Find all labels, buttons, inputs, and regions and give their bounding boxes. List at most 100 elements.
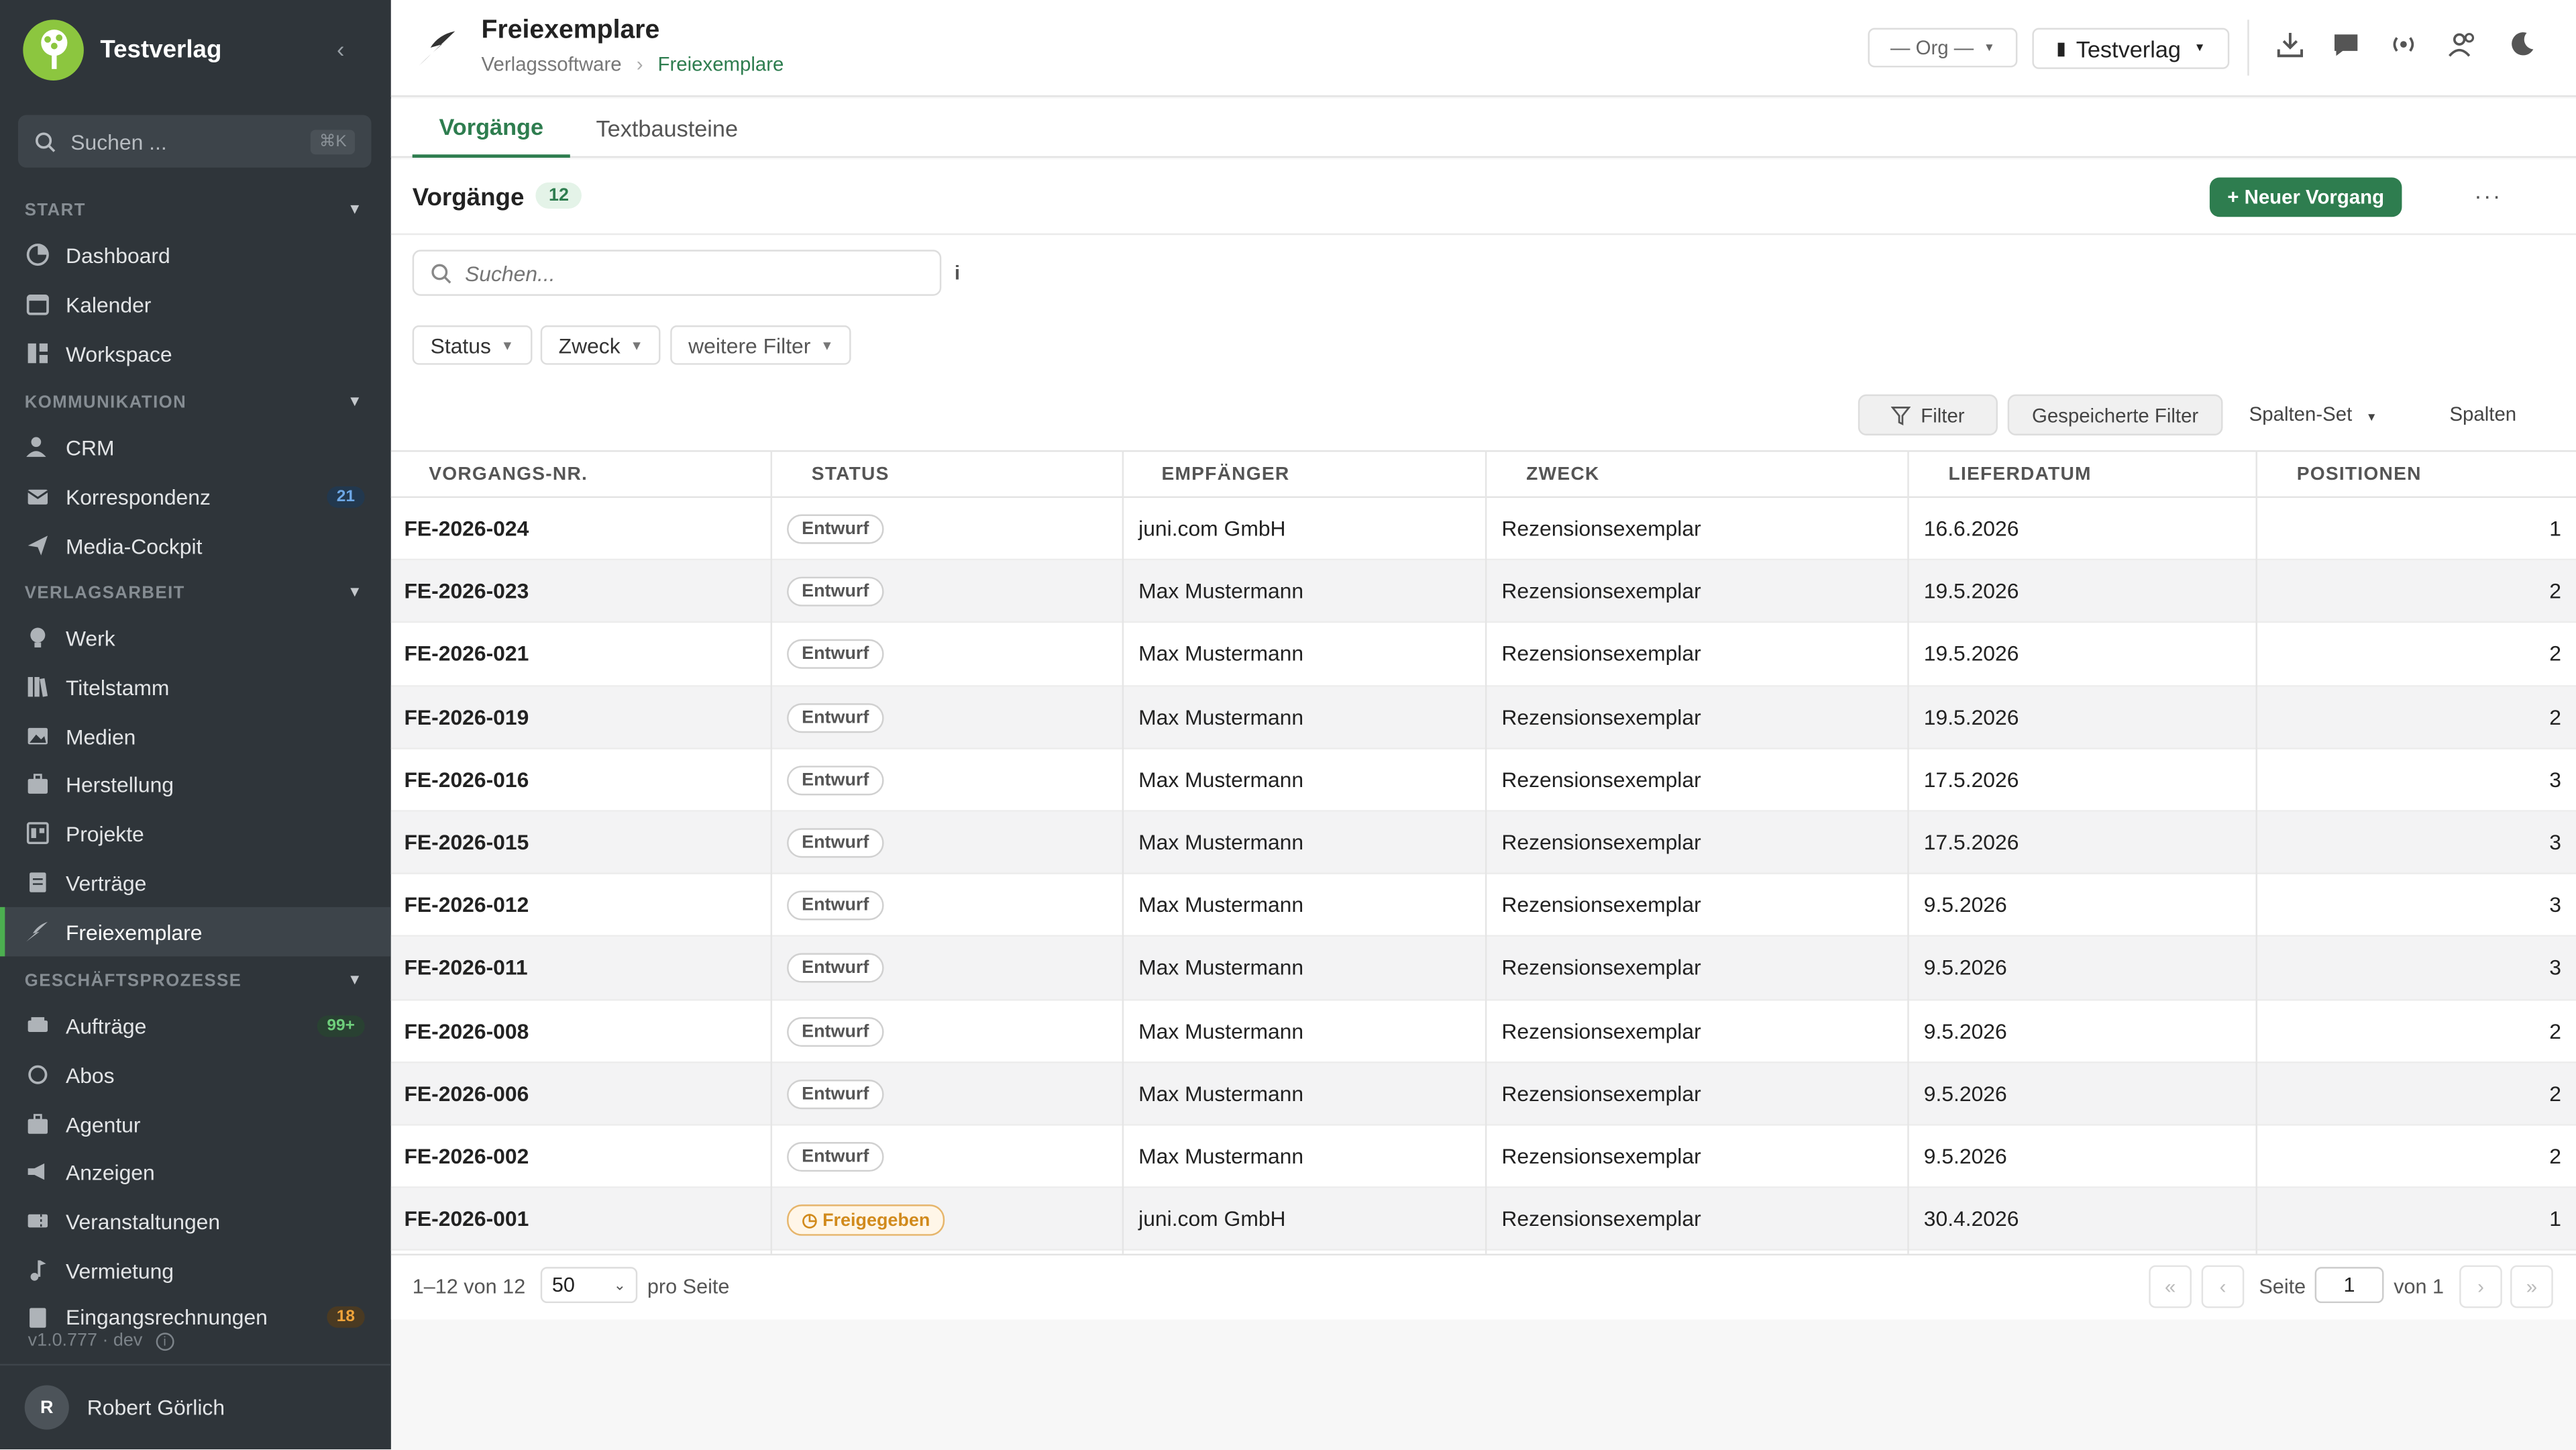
col-positionen[interactable]: POSITIONEN [2297,465,2422,484]
spalten-button[interactable]: Spalten [2449,403,2516,425]
org-select[interactable]: — Org — ▼ [1868,28,2018,68]
sidebar-item-dashboard[interactable]: Dashboard [0,230,391,279]
download-icon[interactable] [2275,30,2305,59]
truck-icon [25,1013,50,1038]
sidebar-item-korrespondenz[interactable]: Korrespondenz 21 [0,472,391,521]
chat-icon[interactable] [2331,30,2361,59]
sidebar-item-abos[interactable]: Abos [0,1050,391,1099]
brand[interactable]: Testverlag [23,18,221,81]
last-page-button[interactable]: » [2510,1265,2553,1308]
sidebar-item-veranstaltungen[interactable]: Veranstaltungen [0,1196,391,1245]
breadcrumb-root[interactable]: Verlagssoftware [482,52,622,75]
breadcrumb: Verlagssoftware › Freiexemplare [482,52,784,75]
section-start[interactable]: START ▼ [25,201,370,220]
sidebar-item-label: Vermietung [65,1257,174,1283]
verlag-select-value: Testverlag [2076,35,2181,62]
table-row[interactable]: FE-2026-023 Entwurf Max Mustermann Rezensio… [390,560,2576,624]
filter-status[interactable]: Status ▼ [412,325,532,365]
verlag-select[interactable]: ▮ Testverlag ▼ [2032,28,2230,69]
table-row[interactable]: FE-2026-001 ◷ Freigegeben juni.com GmbH Rez… [390,1188,2576,1251]
sidebar-item-crm[interactable]: CRM [0,422,391,471]
next-page-button[interactable]: › [2459,1265,2502,1308]
table-row[interactable]: FE-2026-011 Entwurf Max Mustermann Rezensio… [390,937,2576,1000]
sidebar-item-titelstamm[interactable]: Titelstamm [0,662,391,711]
page-input[interactable]: 1 [2314,1267,2384,1304]
sidebar-item-eingangsrechnungen[interactable]: Eingangsrechnungen 18 [0,1293,391,1329]
sidebar-item-agentur[interactable]: Agentur [0,1099,391,1148]
sidebar-item-label: Projekte [65,821,144,846]
info-icon[interactable]: i [955,261,960,284]
top-header: Freiexemplare Verlagssoftware › Freiexem… [390,0,2576,97]
table-row[interactable]: FE-2026-024 Entwurf juni.com GmbH Rezension… [390,498,2576,561]
breadcrumb-current[interactable]: Freiexemplare [658,52,784,75]
saved-filter-button[interactable]: Gespeicherte Filter [2007,394,2223,435]
first-page-button[interactable]: « [2149,1265,2192,1308]
table-row[interactable]: FE-2026-008 Entwurf Max Mustermann Rezensio… [390,1000,2576,1063]
vorgangs-nr-cell: FE-2026-023 [404,578,529,604]
tab-vorgaenge[interactable]: Vorgänge [412,99,570,158]
status-badge: Entwurf [787,703,884,733]
col-vorgangs-nr[interactable]: VORGANGS-NR. [429,465,588,484]
sidebar-item-werk[interactable]: Werk [0,613,391,662]
sidebar-item-vertraege[interactable]: Verträge [0,858,391,907]
prev-page-button[interactable]: ‹ [2201,1265,2245,1308]
info-circle-icon[interactable]: i [156,1333,174,1351]
new-vorgang-button[interactable]: + Neuer Vorgang [2209,177,2402,217]
table-row[interactable]: FE-2026-019 Entwurf Max Mustermann Rezensio… [390,686,2576,749]
col-lieferdatum[interactable]: LIEFERDATUM [1949,465,2092,484]
empfaenger-cell: Max Mustermann [1138,1018,1304,1043]
more-options-icon[interactable]: ··· [2474,183,2502,209]
positionen-cell: 2 [2549,1018,2561,1043]
col-empfaenger[interactable]: EMPFÄNGER [1161,465,1289,484]
section-kommunikation[interactable]: KOMMUNIKATION ▼ [25,393,370,412]
sidebar-item-anzeigen[interactable]: Anzeigen [0,1147,391,1196]
tab-textbausteine[interactable]: Textbausteine [585,99,749,158]
positionen-cell: 1 [2549,1206,2561,1231]
vorgangs-nr-cell: FE-2026-002 [404,1143,529,1168]
sidebar-item-media-cockpit[interactable]: Media-Cockpit [0,521,391,570]
col-zweck[interactable]: ZWECK [1526,465,1599,484]
filter-zweck[interactable]: Zweck ▼ [540,325,661,365]
table-row[interactable]: FE-2026-006 Entwurf Max Mustermann Rezensio… [390,1062,2576,1126]
sidebar-item-herstellung[interactable]: Herstellung [0,759,391,808]
kanban-icon [25,821,50,845]
lieferdatum-cell: 19.5.2026 [1923,578,2019,604]
vorgangs-nr-cell: FE-2026-011 [404,955,528,980]
lieferdatum-cell: 9.5.2026 [1923,1080,2007,1106]
table-row[interactable]: FE-2026-002 Entwurf Max Mustermann Rezensio… [390,1125,2576,1188]
sidebar-item-auftraege[interactable]: Aufträge 99+ [0,1000,391,1049]
search-input[interactable] [465,260,909,285]
sidebar-item-kalender[interactable]: Kalender [0,279,391,328]
page-label: Seite [2259,1275,2306,1298]
table-row[interactable]: FE-2026-012 Entwurf Max Mustermann Rezensio… [390,874,2576,937]
sidebar-item-freiexemplare[interactable]: Freiexemplare [0,907,391,957]
page-size-select[interactable]: 50 ⌄ [540,1267,638,1304]
user-menu[interactable]: R Robert Görlich [0,1363,391,1449]
count-badge: 12 [535,182,582,209]
table-search[interactable] [412,250,942,296]
table-row[interactable]: FE-2026-015 Entwurf Max Mustermann Rezensio… [390,811,2576,875]
col-status[interactable]: STATUS [812,465,890,484]
spalten-set-menu[interactable]: Spalten-Set ▼ [2249,403,2377,425]
sidebar-item-vermietung[interactable]: Vermietung [0,1245,391,1294]
sidebar-search[interactable]: Suchen ... ⌘K [17,115,372,168]
sidebar: Testverlag ‹ Suchen ... ⌘K START ▼ Dashbo… [0,0,391,1450]
team-icon[interactable] [2448,30,2477,59]
collapse-sidebar-icon[interactable]: ‹ [337,36,344,62]
empfaenger-cell: Max Mustermann [1138,641,1304,666]
filter-button[interactable]: Filter [1858,394,1998,435]
lieferdatum-cell: 17.5.2026 [1923,829,2019,855]
org-select-value: — Org — [1890,36,1974,60]
sidebar-item-medien[interactable]: Medien [0,711,391,760]
section-verlagsarbeit[interactable]: VERLAGSARBEIT ▼ [25,583,370,603]
column-divider [770,450,773,1254]
section-geschaeftsprozesse[interactable]: GESCHÄFTSPROZESSE ▼ [25,971,370,990]
filter-more[interactable]: weitere Filter ▼ [670,325,852,365]
broadcast-icon[interactable] [2389,30,2418,59]
filter-zweck-label: Zweck [558,332,621,358]
moon-icon[interactable] [2507,30,2536,59]
sidebar-item-workspace[interactable]: Workspace [0,329,391,378]
sidebar-item-projekte[interactable]: Projekte [0,809,391,858]
table-row[interactable]: FE-2026-021 Entwurf Max Mustermann Rezensio… [390,623,2576,686]
table-row[interactable]: FE-2026-016 Entwurf Max Mustermann Rezensio… [390,749,2576,812]
